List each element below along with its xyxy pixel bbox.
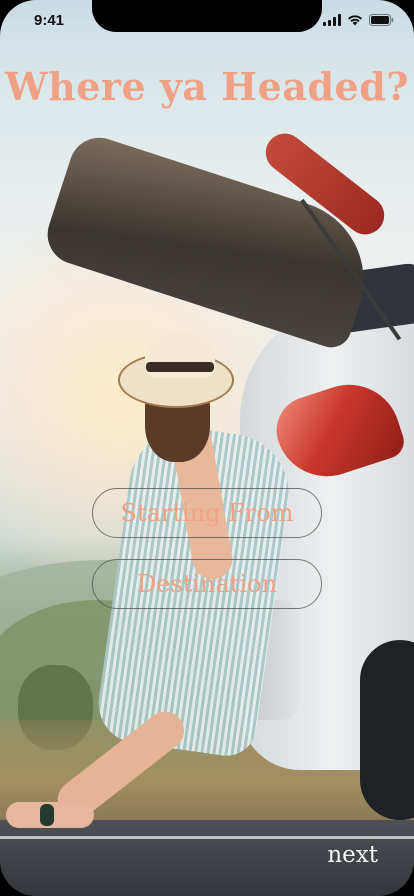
wifi-icon xyxy=(347,14,363,26)
road-line xyxy=(0,836,414,839)
status-icons xyxy=(323,14,394,26)
starting-from-button[interactable]: Starting From xyxy=(92,488,322,538)
status-time: 9:41 xyxy=(34,12,65,29)
device-notch xyxy=(92,0,322,32)
signal-icon xyxy=(323,14,341,26)
car-tire xyxy=(360,640,414,820)
hat-band xyxy=(146,362,214,372)
page-title: Where ya Headed? xyxy=(4,64,410,109)
battery-icon xyxy=(369,14,394,26)
starting-from-label: Starting From xyxy=(120,499,294,527)
destination-button[interactable]: Destination xyxy=(92,559,322,609)
destination-label: Destination xyxy=(136,570,278,598)
next-button[interactable]: next xyxy=(327,842,378,868)
sandal-strap xyxy=(40,804,54,826)
status-bar: 9:41 xyxy=(0,0,414,44)
phone-screen: 9:41 Where ya Headed? Starting From Dest… xyxy=(0,0,414,896)
